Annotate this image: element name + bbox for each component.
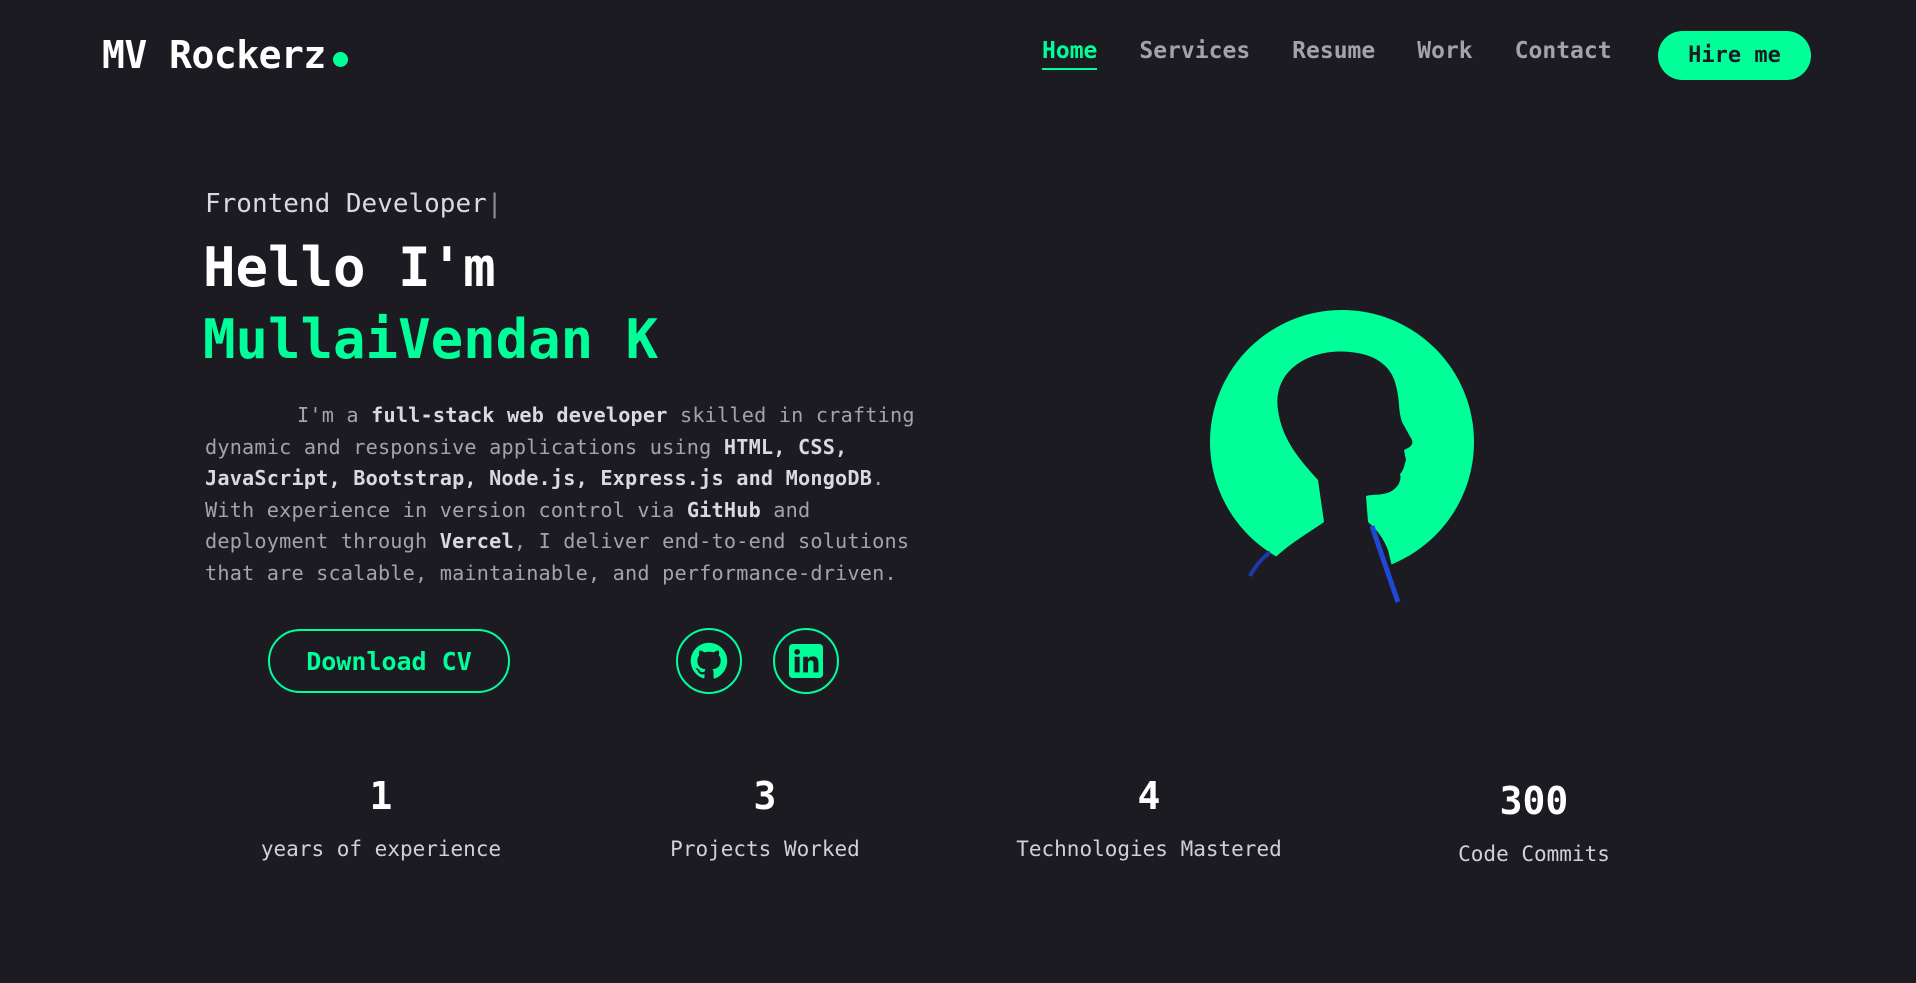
main-nav: Home Services Resume Work Contact bbox=[1042, 38, 1612, 70]
role-typewriter: Frontend Developer| bbox=[205, 189, 502, 219]
stat-value: 300 bbox=[1499, 779, 1569, 823]
nav-services[interactable]: Services bbox=[1139, 38, 1250, 70]
nav-work[interactable]: Work bbox=[1417, 38, 1472, 70]
typing-caret: | bbox=[486, 189, 503, 219]
bio-text: I'm a bbox=[297, 403, 372, 427]
nav-home[interactable]: Home bbox=[1042, 38, 1098, 70]
linkedin-icon bbox=[789, 644, 823, 678]
stat-commits: 300 Code Commits bbox=[1374, 782, 1694, 866]
stat-value: 1 bbox=[369, 774, 393, 818]
stat-technologies: 4 Technologies Mastered bbox=[989, 777, 1309, 861]
nav-resume[interactable]: Resume bbox=[1292, 38, 1375, 70]
stat-label: Technologies Mastered bbox=[1016, 837, 1282, 861]
stat-label: Projects Worked bbox=[670, 837, 860, 861]
site-logo[interactable]: MV Rockerz bbox=[102, 33, 326, 77]
nav-contact[interactable]: Contact bbox=[1515, 38, 1612, 70]
bio-paragraph: I'm a full-stack web developer skilled i… bbox=[205, 400, 945, 589]
stat-label: years of experience bbox=[260, 837, 502, 861]
developer-name: MullaiVendan K bbox=[203, 308, 659, 371]
logo-dot bbox=[333, 52, 348, 67]
role-text: Frontend Developer bbox=[205, 189, 487, 219]
stat-projects: 3 Projects Worked bbox=[605, 777, 925, 861]
github-link[interactable] bbox=[676, 628, 742, 694]
stat-value: 3 bbox=[753, 774, 777, 818]
stat-experience: 1 years of experience bbox=[221, 777, 541, 861]
stat-label: Code Commits bbox=[1458, 842, 1610, 866]
linkedin-link[interactable] bbox=[773, 628, 839, 694]
stat-value: 4 bbox=[1137, 774, 1161, 818]
profile-portrait bbox=[1210, 310, 1474, 603]
bio-highlight: GitHub bbox=[686, 497, 761, 522]
hire-me-button[interactable]: Hire me bbox=[1658, 31, 1811, 80]
bio-highlight: Vercel bbox=[439, 529, 514, 553]
greeting-heading: Hello I'm bbox=[203, 236, 496, 299]
github-icon bbox=[690, 642, 728, 679]
download-cv-button[interactable]: Download CV bbox=[268, 629, 510, 693]
bio-highlight: full-stack web developer bbox=[371, 403, 668, 427]
